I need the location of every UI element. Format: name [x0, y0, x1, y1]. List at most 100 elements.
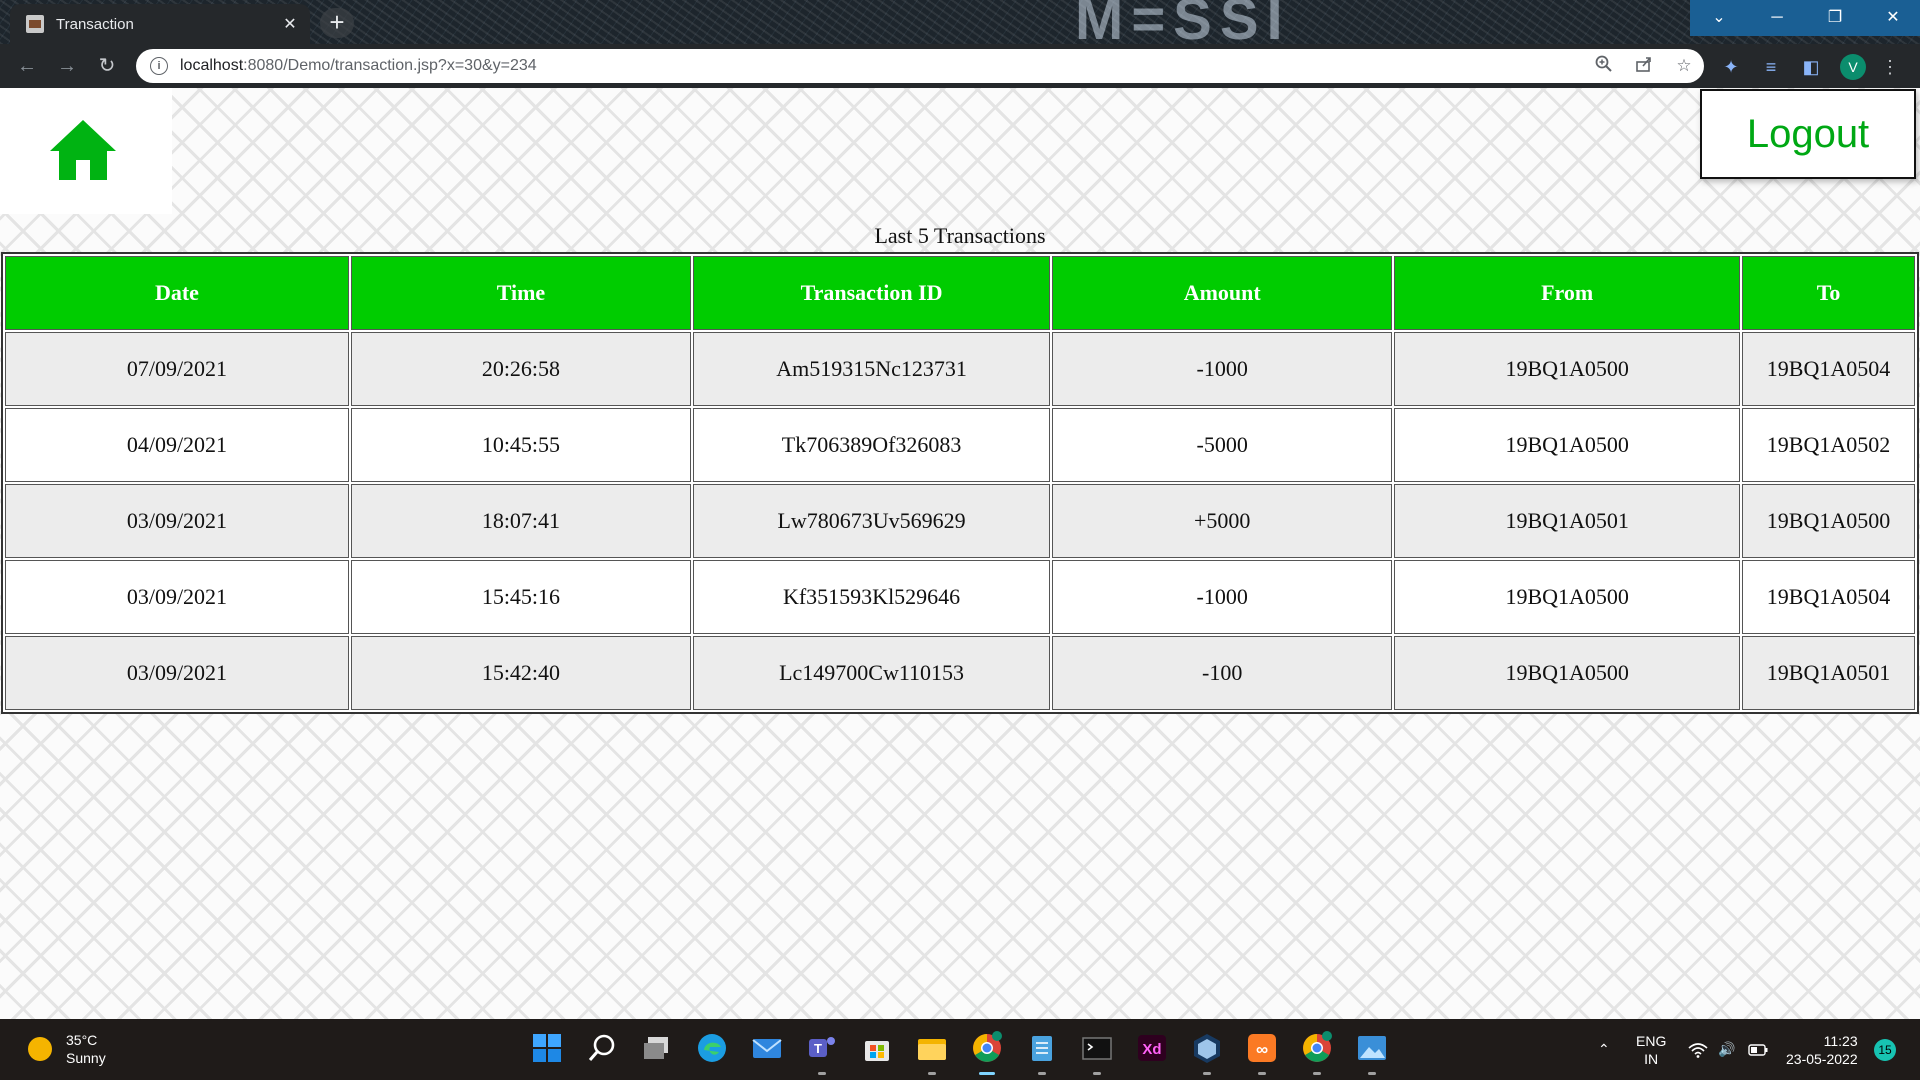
extensions-puzzle-icon[interactable]: ✦ [1718, 54, 1744, 80]
cell-date: 03/09/2021 [5, 560, 349, 634]
close-window-button[interactable]: ✕ [1864, 0, 1920, 36]
address-bar[interactable]: i localhost:8080/Demo/transaction.jsp?x=… [136, 49, 1704, 83]
windows-taskbar: 35°C Sunny T Xd ∞ ⌃ ENG IN 🔊 11:23 23-05… [0, 1019, 1920, 1080]
forward-arrow-icon[interactable]: → [52, 52, 82, 80]
weather-description: Sunny [66, 1050, 106, 1066]
clock-date: 23-05-2022 [1786, 1050, 1858, 1067]
chrome-profile-icon[interactable] [1300, 1031, 1334, 1075]
weather-widget[interactable]: 35°C Sunny [28, 1031, 106, 1067]
cell-from: 19BQ1A0500 [1394, 560, 1741, 634]
cell-amount: -1000 [1052, 332, 1393, 406]
tab-title: Transaction [56, 15, 134, 33]
column-header-time: Time [350, 256, 691, 330]
svg-text:∞: ∞ [1256, 1040, 1268, 1059]
zoom-icon[interactable] [1584, 55, 1624, 78]
language-indicator[interactable]: ENG IN [1636, 1019, 1666, 1080]
cell-from: 19BQ1A0501 [1394, 484, 1741, 558]
column-header-to: To [1742, 256, 1915, 330]
microsoft-store-icon[interactable] [860, 1031, 894, 1065]
titlebar-brand-watermark: M=SSI [1075, 0, 1291, 44]
start-icon[interactable] [530, 1031, 564, 1065]
table-row: 04/09/2021 10:45:55 Tk706389Of326083 -50… [5, 408, 1915, 482]
cell-to: 19BQ1A0504 [1742, 560, 1915, 634]
sun-icon [28, 1037, 52, 1061]
table-row: 03/09/2021 18:07:41 Lw780673Uv569629 +50… [5, 484, 1915, 558]
profile-avatar[interactable]: V [1840, 54, 1866, 80]
site-info-icon[interactable]: i [150, 57, 168, 75]
cell-amount: +5000 [1052, 484, 1393, 558]
table-row: 03/09/2021 15:45:16 Kf351593Kl529646 -10… [5, 560, 1915, 634]
column-header-amount: Amount [1052, 256, 1393, 330]
home-link[interactable] [0, 88, 172, 214]
logout-button[interactable]: Logout [1700, 89, 1916, 179]
share-icon[interactable] [1624, 55, 1664, 78]
table-caption: Last 5 Transactions [874, 223, 1046, 248]
wifi-icon[interactable] [1688, 1019, 1708, 1080]
cell-to: 19BQ1A0502 [1742, 408, 1915, 482]
cell-time: 15:42:40 [350, 636, 691, 710]
photos-icon[interactable] [1355, 1031, 1389, 1075]
new-tab-button[interactable]: + [320, 8, 354, 38]
svg-text:T: T [814, 1041, 822, 1056]
file-explorer-icon[interactable] [915, 1031, 949, 1075]
battery-icon[interactable] [1748, 1019, 1768, 1080]
column-header-transaction-id: Transaction ID [692, 256, 1051, 330]
mail-icon[interactable] [750, 1031, 784, 1065]
cell-amount: -100 [1052, 636, 1393, 710]
reading-list-icon[interactable]: ≡ [1758, 54, 1784, 80]
terminal-icon[interactable] [1080, 1031, 1114, 1075]
cell-from: 19BQ1A0500 [1394, 636, 1741, 710]
task-view-icon[interactable] [640, 1031, 674, 1065]
cell-transaction-id: Lw780673Uv569629 [692, 484, 1051, 558]
xampp-icon[interactable]: ∞ [1245, 1031, 1279, 1075]
chrome-icon[interactable] [970, 1031, 1004, 1075]
notepad-icon[interactable] [1025, 1031, 1059, 1075]
cell-date: 03/09/2021 [5, 484, 349, 558]
browser-tab[interactable]: Transaction ✕ [10, 4, 310, 44]
volume-icon[interactable]: 🔊 [1718, 1019, 1735, 1080]
cell-transaction-id: Tk706389Of326083 [692, 408, 1051, 482]
search-icon[interactable] [585, 1031, 619, 1065]
reload-icon[interactable]: ↻ [92, 52, 122, 80]
table-row: 03/09/2021 15:42:40 Lc149700Cw110153 -10… [5, 636, 1915, 710]
cell-to: 19BQ1A0504 [1742, 332, 1915, 406]
url-text[interactable]: localhost:8080/Demo/transaction.jsp?x=30… [180, 57, 1584, 75]
home-icon[interactable] [48, 118, 118, 182]
table-row: 07/09/2021 20:26:58 Am519315Nc123731 -10… [5, 332, 1915, 406]
cell-transaction-id: Kf351593Kl529646 [692, 560, 1051, 634]
menu-kebab-icon[interactable]: ⋮ [1880, 54, 1900, 80]
back-arrow-icon[interactable]: ← [12, 52, 42, 80]
cell-transaction-id: Lc149700Cw110153 [692, 636, 1051, 710]
teams-icon[interactable]: T [805, 1031, 839, 1075]
tray-overflow-chevron-icon[interactable]: ⌃ [1598, 1019, 1610, 1080]
cell-from: 19BQ1A0500 [1394, 408, 1741, 482]
cell-amount: -1000 [1052, 560, 1393, 634]
notification-badge[interactable]: 15 [1874, 1039, 1896, 1061]
browser-titlebar: M=SSI Transaction ✕ + ⌄ ─ ❐ ✕ [0, 0, 1920, 44]
column-header-from: From [1394, 256, 1741, 330]
page-content: Logout Last 5 Transactions Date Time Tra… [0, 88, 1920, 1019]
cell-transaction-id: Am519315Nc123731 [692, 332, 1051, 406]
adobe-xd-icon[interactable]: Xd [1135, 1031, 1169, 1065]
transactions-table: Date Time Transaction ID Amount From To … [1, 252, 1919, 714]
clock[interactable]: 11:23 23-05-2022 [1786, 1019, 1858, 1080]
edge-browser-icon[interactable] [695, 1031, 729, 1065]
cell-amount: -5000 [1052, 408, 1393, 482]
bookmark-star-icon[interactable]: ☆ [1664, 56, 1704, 76]
cell-time: 20:26:58 [350, 332, 691, 406]
browser-toolbar: ← → ↻ i localhost:8080/Demo/transaction.… [0, 44, 1920, 88]
minimize-button[interactable]: ─ [1748, 0, 1806, 36]
cell-time: 10:45:55 [350, 408, 691, 482]
side-panel-icon[interactable]: ◧ [1798, 54, 1824, 80]
maximize-button[interactable]: ❐ [1806, 0, 1864, 36]
cell-to: 19BQ1A0500 [1742, 484, 1915, 558]
virtualbox-icon[interactable] [1190, 1031, 1224, 1075]
tab-search-button[interactable]: ⌄ [1690, 0, 1748, 36]
svg-text:Xd: Xd [1142, 1041, 1161, 1058]
cell-to: 19BQ1A0501 [1742, 636, 1915, 710]
cell-date: 03/09/2021 [5, 636, 349, 710]
favicon-icon [26, 15, 44, 33]
cell-date: 04/09/2021 [5, 408, 349, 482]
tab-close-icon[interactable]: ✕ [276, 14, 304, 34]
cell-from: 19BQ1A0500 [1394, 332, 1741, 406]
